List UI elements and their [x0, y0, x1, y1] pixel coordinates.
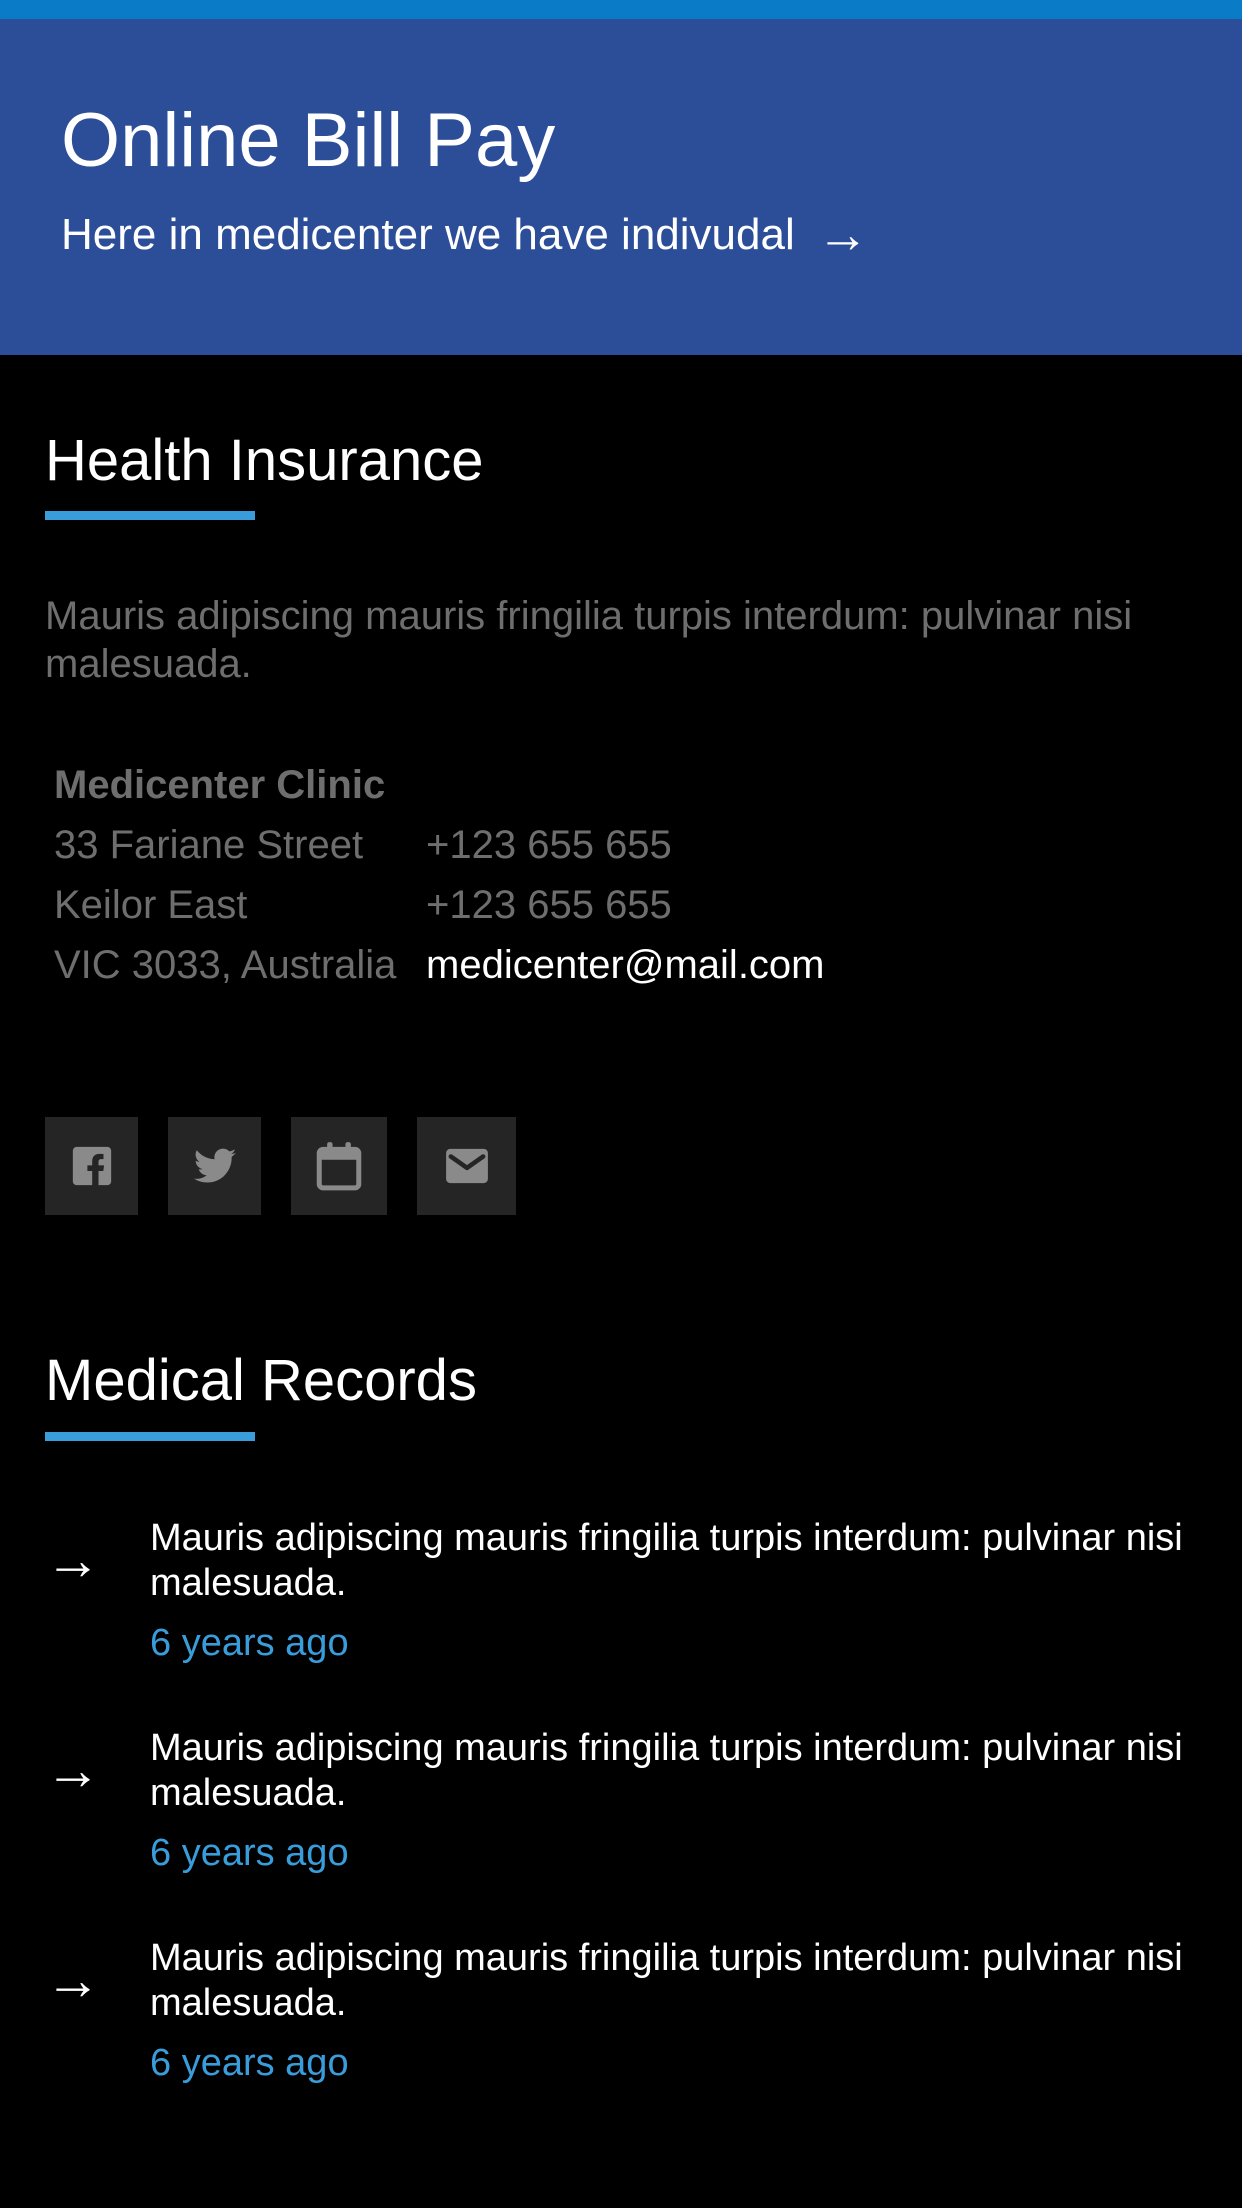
address-line: Keilor East: [54, 882, 248, 927]
phone-number: +123 655 655: [426, 822, 672, 867]
mail-icon: [445, 1148, 488, 1184]
top-accent-strip: [0, 0, 1242, 19]
record-link[interactable]: Mauris adipiscing mauris fringilia turpi…: [150, 1936, 1210, 2026]
banner-title: Online Bill Pay: [61, 98, 556, 183]
twitter-icon: [193, 1148, 236, 1183]
list-item: → Mauris adipiscing mauris fringilia tur…: [45, 1726, 1205, 1886]
banner-link-label: Here in medicenter we have indivudal: [61, 210, 795, 259]
record-link[interactable]: Mauris adipiscing mauris fringilia turpi…: [150, 1516, 1210, 1606]
health-insurance-title: Health Insurance: [45, 428, 484, 493]
mail-button[interactable]: [417, 1117, 516, 1215]
calendar-button[interactable]: [291, 1117, 387, 1215]
calendar-icon: [316, 1142, 362, 1191]
banner-link[interactable]: Here in medicenter we have indivudal →: [61, 207, 869, 263]
health-insurance-title-underline: [45, 511, 255, 520]
arrow-right-icon: →: [45, 1948, 101, 2011]
list-item: → Mauris adipiscing mauris fringilia tur…: [45, 1936, 1205, 2096]
arrow-right-icon: →: [816, 206, 869, 264]
arrow-right-icon: →: [45, 1738, 101, 1801]
record-timestamp: 6 years ago: [150, 1622, 349, 1664]
twitter-button[interactable]: [168, 1117, 261, 1215]
record-link[interactable]: Mauris adipiscing mauris fringilia turpi…: [150, 1726, 1210, 1816]
phone-number: +123 655 655: [426, 882, 672, 927]
facebook-button[interactable]: [45, 1117, 138, 1215]
arrow-right-icon: →: [45, 1528, 101, 1591]
email-link[interactable]: medicenter@mail.com: [426, 943, 825, 987]
list-item: → Mauris adipiscing mauris fringilia tur…: [45, 1516, 1205, 1676]
clinic-name: Medicenter Clinic: [54, 762, 386, 807]
medical-records-title: Medical Records: [45, 1348, 477, 1413]
record-timestamp: 6 years ago: [150, 1832, 349, 1874]
facebook-icon: [72, 1146, 111, 1186]
contact-details: Medicenter Clinic 33 Fariane Street +123…: [54, 755, 825, 995]
record-timestamp: 6 years ago: [150, 2042, 349, 2084]
bill-pay-banner: Online Bill Pay Here in medicenter we ha…: [0, 19, 1242, 355]
health-insurance-description: Mauris adipiscing mauris fringilia turpi…: [45, 594, 1133, 686]
address-line: 33 Fariane Street: [54, 822, 364, 867]
address-line: VIC 3033, Australia: [54, 942, 397, 987]
medical-records-title-underline: [45, 1432, 255, 1441]
